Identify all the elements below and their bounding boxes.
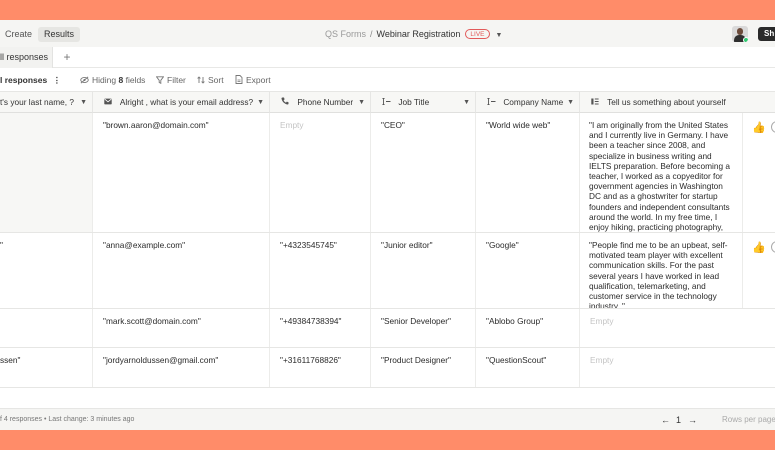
column-header-phone[interactable]: Phone Number ▼ [270,92,371,113]
sort-button[interactable]: Sort [197,68,224,92]
chevron-down-icon[interactable]: ▼ [257,92,264,112]
cell-about[interactable]: "People find me to be an upbeat, self-mo… [580,233,743,308]
page-number: 1 [676,415,682,425]
table-row[interactable]: "brown.aaron@domain.com" Empty "CEO" "Wo… [0,113,775,233]
table-row[interactable]: ssen" "jordyarnoldussen@gmail.com" "+316… [0,348,775,388]
online-status-dot [743,37,748,42]
avatar-head [737,28,743,35]
cell-job-title[interactable]: "Junior editor" [371,233,476,308]
hiding-suffix: fields [125,75,146,85]
export-button[interactable]: Export [235,68,271,92]
chevron-down-icon[interactable]: ▼ [496,28,503,43]
cell-company[interactable]: "Google" [476,233,580,308]
cell-about[interactable]: "I am originally from the United States … [580,113,743,232]
column-header-label: Company Name [503,97,564,107]
hiding-prefix: Hiding [92,75,117,85]
cell-company[interactable]: "QuestionScout" [476,348,580,387]
sort-icon [197,76,205,84]
cell-last-name[interactable]: ssen" [0,348,93,387]
create-tab[interactable]: Create [5,27,32,42]
cell-phone[interactable]: "+31611768826" [270,348,371,387]
view-tab-row: ll responses + [0,47,775,68]
cell-about[interactable]: Empty [580,309,775,347]
responses-table: t's your last name, ? ▼ Alright , what i… [0,92,775,389]
column-header-last-name[interactable]: t's your last name, ? ▼ [0,92,93,113]
view-label: l responses [0,75,48,85]
paragraph-icon [590,92,600,112]
more-actions-icon[interactable] [771,241,775,253]
cell-job-title[interactable]: "CEO" [371,113,476,232]
cell-last-name[interactable] [0,113,93,232]
app-window: Create Results QS Forms / Webinar Registra… [0,20,775,430]
column-header-job-title[interactable]: Job Title ▼ [371,92,476,113]
text-cursor-icon [486,92,496,112]
avatar[interactable] [732,26,748,42]
cell-phone[interactable]: "+49384738394" [270,309,371,347]
cell-phone[interactable]: "+4323545745" [270,233,371,308]
column-header-label: Alright , what is your email address? [119,97,254,107]
chevron-down-icon[interactable]: ▼ [567,92,574,112]
thumbs-up-icon[interactable]: 👍 [752,241,766,254]
live-badge: LIVE [465,29,490,39]
column-header-about[interactable]: Tell us something about yourself [580,92,775,113]
results-tab[interactable]: Results [38,27,81,42]
filter-button[interactable]: Filter [155,68,186,92]
cell-company[interactable]: "World wide web" [476,113,580,232]
column-header-label: Tell us something about yourself [607,97,726,107]
responses-summary: f 4 responses • Last change: 3 minutes a… [0,416,135,423]
tab-all-responses[interactable]: ll responses [0,47,53,68]
breadcrumb: QS Forms / Webinar Registration LIVE ▼ [325,27,502,42]
phone-icon [280,92,290,112]
sort-label: Sort [208,75,224,85]
email-icon [103,92,113,112]
cell-email[interactable]: "mark.scott@domain.com" [93,309,270,347]
cell-about[interactable]: Empty [580,348,775,387]
cell-email[interactable]: "anna@example.com" [93,233,270,308]
thumbs-up-icon[interactable]: 👍 [752,121,766,134]
prev-page-button[interactable]: ← [661,409,670,430]
cell-company[interactable]: "Ablobo Group" [476,309,580,347]
export-icon [235,75,243,84]
text-cursor-icon [381,92,391,112]
filter-label: Filter [167,75,186,85]
add-view-button[interactable]: + [61,49,73,66]
more-actions-icon[interactable] [771,121,775,133]
cell-job-title[interactable]: "Senior Developer" [371,309,476,347]
cell-phone[interactable]: Empty [270,113,371,232]
next-page-button[interactable]: → [688,409,697,430]
table-row[interactable]: " "anna@example.com" "+4323545745" "Juni… [0,233,775,309]
toolbar: l responses ⋮ Hiding 8 fields Filter Sor… [0,68,775,92]
table-footer: f 4 responses • Last change: 3 minutes a… [0,408,775,430]
cell-last-name[interactable]: " [0,233,93,308]
view-selector[interactable]: l responses ⋮ [0,68,61,92]
chevron-down-icon[interactable]: ▼ [463,92,470,112]
table-row[interactable]: "mark.scott@domain.com" "+49384738394" "… [0,309,775,348]
cell-email[interactable]: "brown.aaron@domain.com" [93,113,270,232]
share-button[interactable]: Sh [758,27,775,41]
column-header-email[interactable]: Alright , what is your email address? ▼ [93,92,270,113]
cell-job-title[interactable]: "Product Designer" [371,348,476,387]
hide-fields-button[interactable]: Hiding 8 fields [80,68,145,92]
column-header-company[interactable]: Company Name ▼ [476,92,580,113]
filter-icon [155,76,165,85]
cell-last-name[interactable] [0,309,93,347]
rows-per-page-selector[interactable]: Rows per page [722,409,775,430]
chevron-down-icon[interactable]: ▼ [80,92,87,112]
eye-off-icon [80,76,89,84]
column-header-label: Phone Number [297,97,354,107]
column-header-label: t's your last name, ? [0,97,74,107]
column-header-label: Job Title [398,97,430,107]
breadcrumb-root[interactable]: QS Forms [325,29,366,39]
form-name[interactable]: Webinar Registration [377,29,461,39]
export-label: Export [246,75,271,85]
breadcrumb-separator: / [370,29,373,39]
hiding-count: 8 [118,75,124,85]
more-icon[interactable]: ⋮ [53,75,62,85]
cell-email[interactable]: "jordyarnoldussen@gmail.com" [93,348,270,387]
chevron-down-icon[interactable]: ▼ [358,92,365,112]
top-nav: Create Results QS Forms / Webinar Registra… [0,20,775,47]
